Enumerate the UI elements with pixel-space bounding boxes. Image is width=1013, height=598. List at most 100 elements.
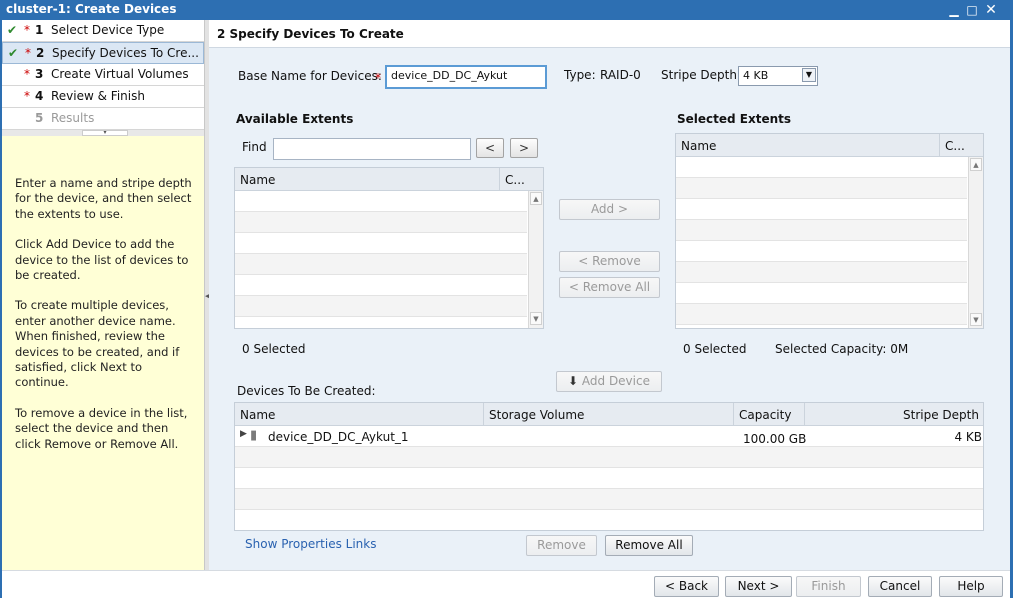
device-icon: ▮ xyxy=(250,428,258,443)
column-header-storage-volume[interactable]: Storage Volume xyxy=(484,403,734,426)
step-review-finish[interactable]: * 4 Review & Finish xyxy=(2,86,204,108)
scroll-down-icon[interactable]: ▼ xyxy=(530,312,542,325)
table-row[interactable] xyxy=(235,254,527,275)
step-specify-devices[interactable]: ✔ * 2 Specify Devices To Cre... xyxy=(2,42,204,64)
device-capacity: 100.00 GB xyxy=(743,432,807,446)
step-number: 1 xyxy=(35,23,44,37)
window-title: cluster-1: Create Devices xyxy=(6,2,177,16)
base-name-input[interactable]: device_DD_DC_Aykut xyxy=(385,65,547,89)
devices-to-create-title: Devices To Be Created: xyxy=(237,384,376,398)
table-row[interactable] xyxy=(235,275,527,296)
step-number: 4 xyxy=(35,89,44,103)
help-button[interactable]: Help xyxy=(939,576,1003,597)
table-row[interactable] xyxy=(676,178,967,199)
help-paragraph: To create multiple devices, enter anothe… xyxy=(15,298,180,390)
next-button[interactable]: Next > xyxy=(725,576,792,597)
step-label: Review & Finish xyxy=(51,89,145,103)
help-paragraph: Click Add Device to add the device to th… xyxy=(15,237,189,283)
required-marker: * xyxy=(24,23,30,37)
find-label: Find xyxy=(242,140,267,154)
table-row[interactable] xyxy=(676,220,967,241)
back-button[interactable]: < Back xyxy=(654,576,719,597)
selected-count: 0 Selected xyxy=(683,342,747,356)
available-extents-title: Available Extents xyxy=(236,112,354,126)
scroll-up-icon[interactable]: ▲ xyxy=(530,192,542,205)
step-create-virtual-volumes[interactable]: * 3 Create Virtual Volumes xyxy=(2,64,204,86)
expand-arrow-icon[interactable]: ▶ xyxy=(240,429,247,439)
step-select-device-type[interactable]: ✔ * 1 Select Device Type xyxy=(2,20,204,42)
find-next-button[interactable]: > xyxy=(510,138,538,158)
title-bar: cluster-1: Create Devices ▁ □ ✕ xyxy=(0,0,1013,20)
required-marker: * xyxy=(25,46,31,60)
remove-device-button[interactable]: Remove xyxy=(526,535,597,556)
table-row[interactable] xyxy=(235,510,983,530)
column-header-name[interactable]: Name xyxy=(235,168,500,191)
stripe-depth-label: Stripe Depth: xyxy=(661,68,741,82)
required-marker: * xyxy=(24,89,30,103)
find-input[interactable] xyxy=(273,138,471,160)
device-name: device_DD_DC_Aykut_1 xyxy=(268,430,409,444)
step-label: Results xyxy=(51,111,95,125)
add-extent-button[interactable]: Add > xyxy=(559,199,660,220)
column-header-capacity[interactable]: C... xyxy=(940,134,983,157)
table-row[interactable]: ▶ ▮ device_DD_DC_Aykut_1 100.00 GB 4 KB xyxy=(235,426,983,447)
column-header-name[interactable]: Name xyxy=(235,403,484,426)
find-previous-button[interactable]: < xyxy=(476,138,504,158)
table-row[interactable] xyxy=(235,212,527,233)
show-properties-link[interactable]: Show Properties Links xyxy=(245,537,376,551)
stripe-depth-value: 4 KB xyxy=(743,69,769,82)
checkmark-icon: ✔ xyxy=(8,46,19,60)
vertical-scrollbar[interactable]: ▲ ▼ xyxy=(528,191,543,328)
chevron-down-icon[interactable]: ▼ xyxy=(802,68,816,82)
table-row[interactable] xyxy=(235,489,983,510)
remove-all-extents-button[interactable]: < Remove All xyxy=(559,277,660,298)
table-row[interactable] xyxy=(676,262,967,283)
wizard-steps: ✔ * 1 Select Device Type ✔ * 2 Specify D… xyxy=(2,20,204,130)
checkmark-icon: ✔ xyxy=(7,23,18,37)
available-selected-count: 0 Selected xyxy=(242,342,306,356)
column-header-capacity[interactable]: Capacity xyxy=(734,403,805,426)
table-row[interactable] xyxy=(235,233,527,254)
selected-extents-title: Selected Extents xyxy=(677,112,792,126)
selected-extents-table[interactable]: Name C... ▲ ▼ xyxy=(675,133,984,329)
table-row[interactable] xyxy=(676,241,967,262)
cancel-button[interactable]: Cancel xyxy=(868,576,932,597)
scroll-up-icon[interactable]: ▲ xyxy=(970,158,982,171)
step-number: 5 xyxy=(35,111,44,125)
type-label: Type: xyxy=(564,68,596,82)
table-row[interactable] xyxy=(235,296,527,317)
available-extents-table[interactable]: Name C... ▲ ▼ xyxy=(234,167,544,329)
step-label: Create Virtual Volumes xyxy=(51,67,189,81)
vertical-scrollbar[interactable]: ▲ ▼ xyxy=(968,157,983,328)
maximize-icon[interactable]: □ xyxy=(964,2,980,18)
page-title: 2 Specify Devices To Create xyxy=(217,27,404,41)
add-device-button[interactable]: ⬇ Add Device xyxy=(556,371,662,392)
close-icon[interactable]: ✕ xyxy=(983,2,999,18)
step-results: 5 Results xyxy=(2,108,204,130)
step-label: Select Device Type xyxy=(51,23,165,37)
table-row[interactable] xyxy=(676,304,967,325)
required-marker: * xyxy=(24,67,30,81)
table-row[interactable] xyxy=(676,199,967,220)
scroll-down-icon[interactable]: ▼ xyxy=(970,313,982,326)
stripe-depth-select[interactable]: 4 KB ▼ xyxy=(738,66,818,86)
main-panel: 2 Specify Devices To Create Base Name fo… xyxy=(209,20,1010,570)
column-header-name[interactable]: Name xyxy=(676,134,940,157)
table-row[interactable] xyxy=(676,283,967,304)
wizard-footer: < Back Next > Finish Cancel Help xyxy=(2,570,1010,598)
finish-button[interactable]: Finish xyxy=(796,576,861,597)
help-paragraph: Enter a name and stripe depth for the de… xyxy=(15,176,192,221)
device-stripe-depth: 4 KB xyxy=(954,430,982,444)
type-value: RAID-0 xyxy=(600,68,641,82)
remove-extent-button[interactable]: < Remove xyxy=(559,251,660,272)
devices-table[interactable]: Name Storage Volume Capacity Stripe Dept… xyxy=(234,402,984,531)
table-row[interactable] xyxy=(235,447,983,468)
table-row[interactable] xyxy=(676,157,967,178)
column-header-capacity[interactable]: C... xyxy=(500,168,543,191)
column-header-stripe-depth[interactable]: Stripe Depth xyxy=(805,403,983,426)
minimize-icon[interactable]: ▁ xyxy=(946,2,962,18)
table-row[interactable] xyxy=(235,191,527,212)
remove-all-devices-button[interactable]: Remove All xyxy=(605,535,693,556)
table-row[interactable] xyxy=(235,468,983,489)
selected-capacity: Selected Capacity: 0M xyxy=(775,342,909,356)
